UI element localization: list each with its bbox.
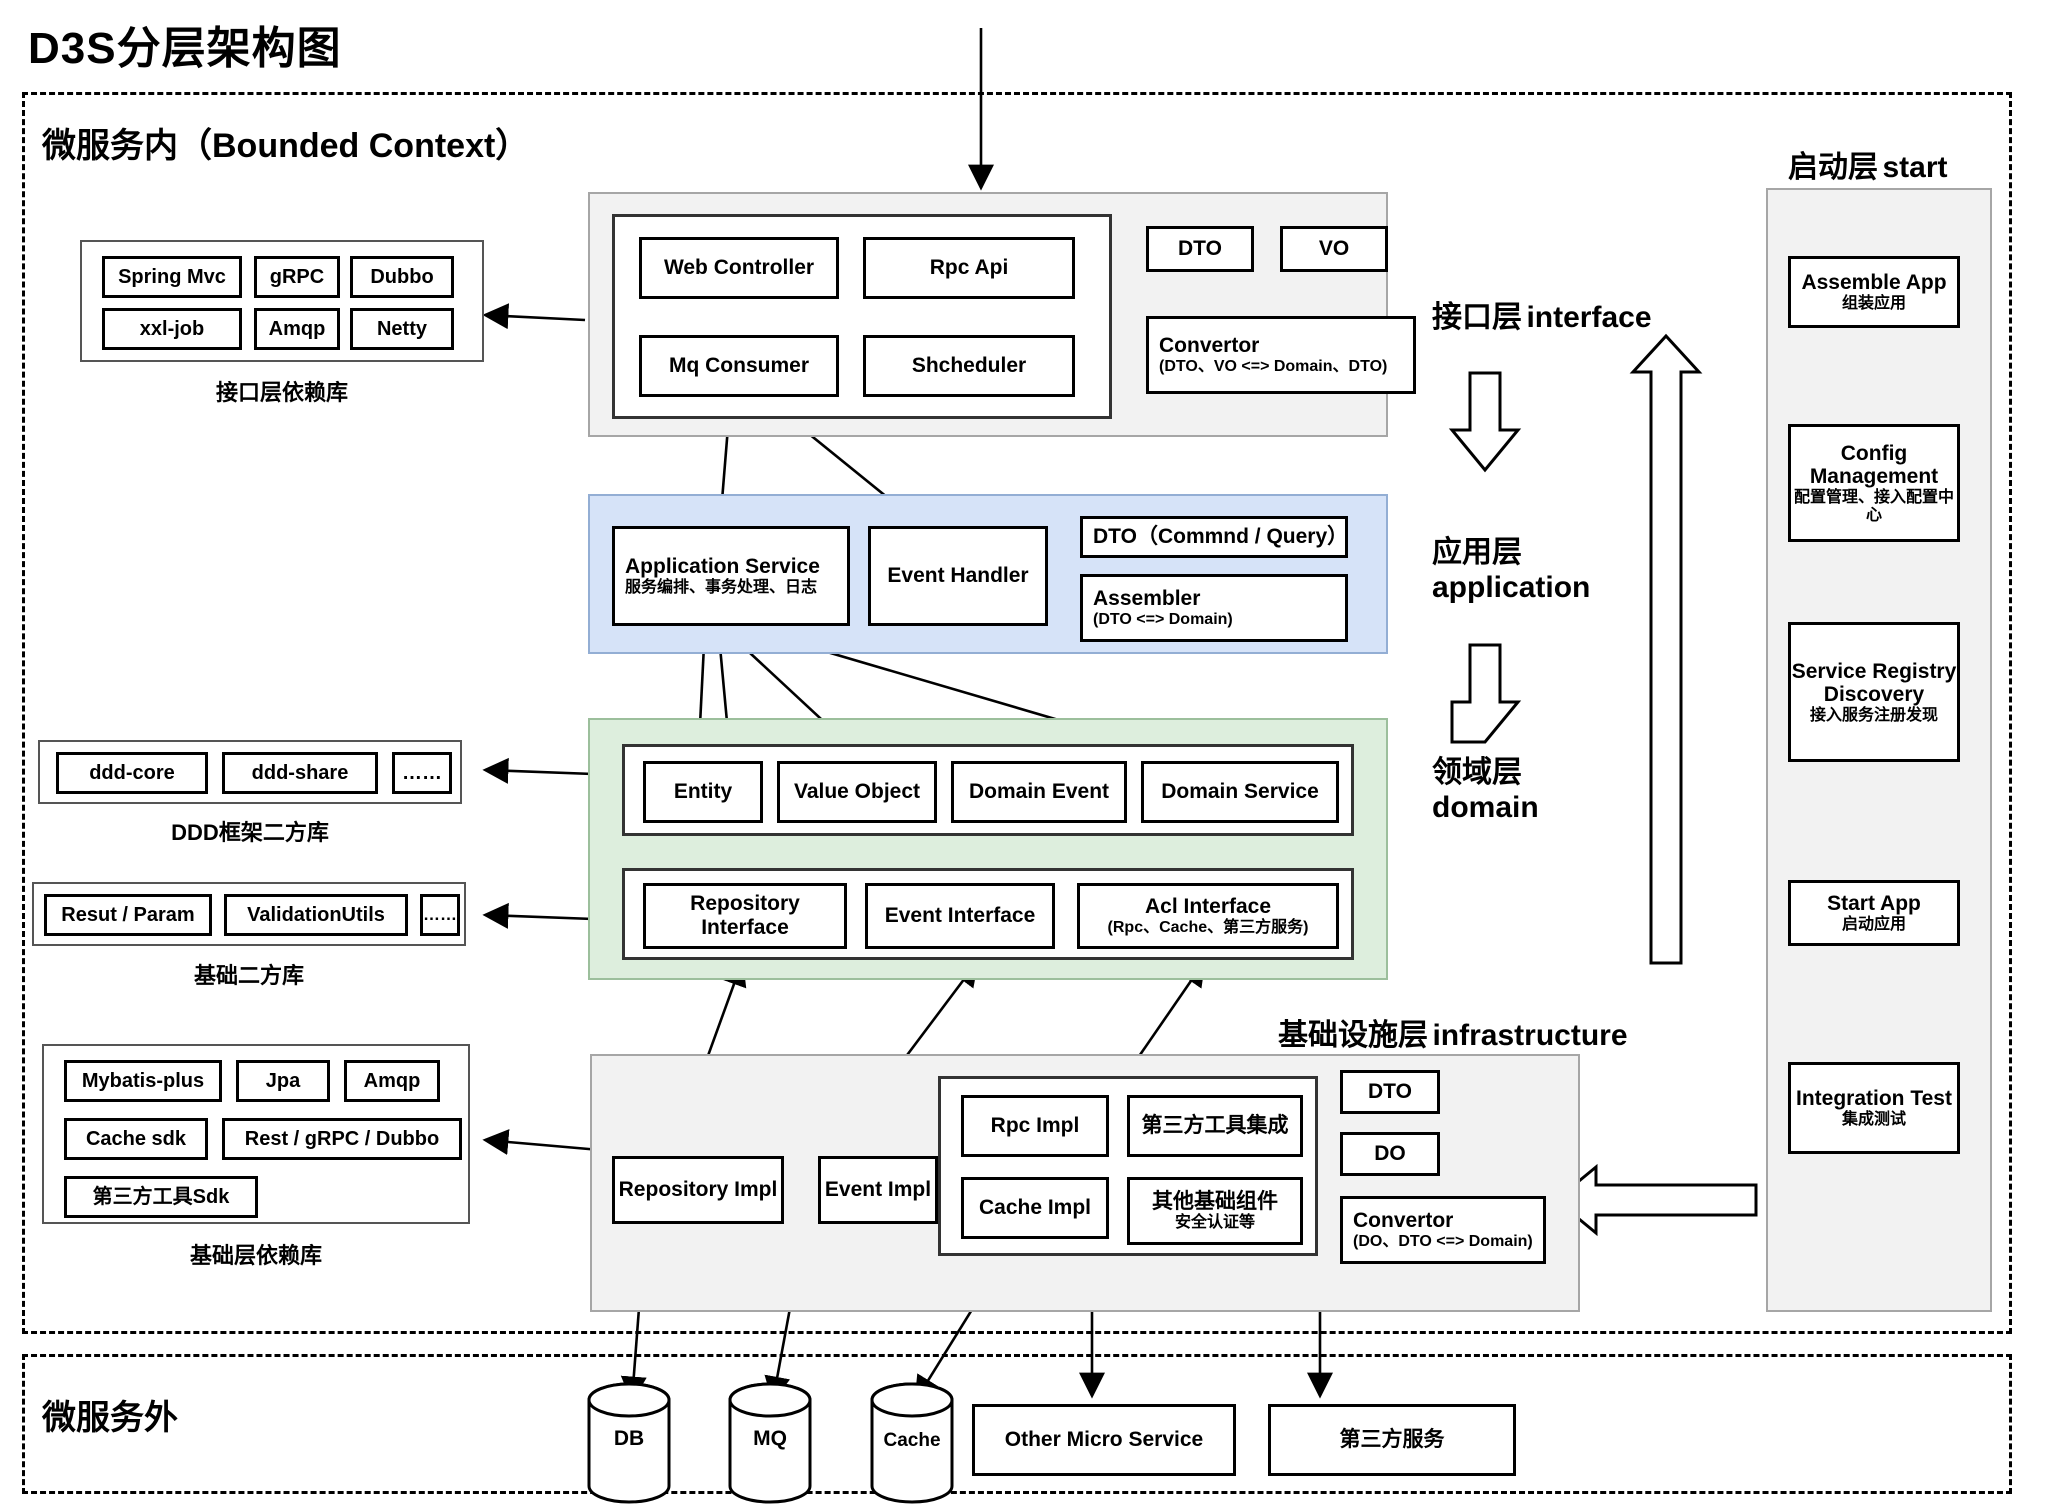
dep-netty[interactable]: Netty [350, 308, 454, 350]
dep-third-party-sdk[interactable]: 第三方工具Sdk [64, 1176, 258, 1218]
domain-layer: Entity Value Object Domain Event Domain … [588, 718, 1388, 980]
application-layer-label: 应用层 application [1432, 536, 1591, 605]
external-db-label: DB [613, 1427, 645, 1450]
value-object-box[interactable]: Value Object [777, 761, 937, 823]
infra-do-box[interactable]: DO [1340, 1132, 1440, 1176]
application-dto-box[interactable]: DTO（Commnd / Query） [1080, 516, 1348, 558]
domain-service-box[interactable]: Domain Service [1141, 761, 1339, 823]
interface-convertor-box[interactable]: Convertor (DTO、VO <=> Domain、DTO) [1146, 316, 1416, 394]
external-third-party-service[interactable]: 第三方服务 [1268, 1404, 1516, 1476]
application-service-box[interactable]: Application Service 服务编排、事务处理、日志 [612, 526, 850, 626]
interface-deps-caption: 接口层依赖库 [215, 380, 348, 405]
interface-vo-box[interactable]: VO [1280, 226, 1388, 272]
external-cache-label: Cache [883, 1430, 941, 1451]
start-layer-label: 启动层 start [1788, 151, 1948, 184]
shcheduler-box[interactable]: Shcheduler [863, 335, 1075, 397]
dep-jpa[interactable]: Jpa [236, 1060, 330, 1102]
dep-infra-amqp[interactable]: Amqp [344, 1060, 440, 1102]
dep-cache-sdk[interactable]: Cache sdk [64, 1118, 208, 1160]
interface-deps-group: Spring Mvc gRPC Dubbo xxl-job Amqp Netty [80, 240, 484, 362]
interface-layer: Web Controller Rpc Api Mq Consumer Shche… [588, 192, 1416, 437]
other-components-box[interactable]: 其他基础组件 安全认证等 [1127, 1177, 1303, 1245]
dep-validation-utils[interactable]: ValidationUtils [224, 894, 408, 936]
start-layer: Assemble App 组装应用 Config Management 配置管理… [1766, 188, 1992, 1312]
dep-ddd-share[interactable]: ddd-share [222, 752, 378, 794]
start-item-assemble-app[interactable]: Assemble App 组装应用 [1788, 256, 1960, 328]
dep-base-more[interactable]: …… [420, 894, 460, 936]
infra-impl-group: Rpc Impl Cache Impl 第三方工具集成 其他基础组件 安全认证等 [938, 1076, 1318, 1256]
repository-impl-box[interactable]: Repository Impl [612, 1156, 784, 1224]
bounded-context-title: 微服务内（Bounded Context） [42, 127, 530, 165]
dep-ddd-more[interactable]: …… [392, 752, 452, 794]
start-item-start-app[interactable]: Start App 启动应用 [1788, 880, 1960, 946]
ddd-deps-caption: DDD框架二方库 [171, 820, 329, 845]
external-other-micro-service[interactable]: Other Micro Service [972, 1404, 1236, 1476]
rpc-impl-box[interactable]: Rpc Impl [961, 1095, 1109, 1157]
dep-amqp[interactable]: Amqp [254, 308, 340, 350]
event-interface-box[interactable]: Event Interface [865, 883, 1055, 949]
interface-layer-label: 接口层 interface [1432, 301, 1652, 334]
base-deps-group: Resut / Param ValidationUtils …… [32, 882, 466, 946]
domain-model-group: Entity Value Object Domain Event Domain … [622, 744, 1354, 836]
event-impl-box[interactable]: Event Impl [818, 1156, 938, 1224]
dep-rest-grpc-dubbo[interactable]: Rest / gRPC / Dubbo [222, 1118, 462, 1160]
infra-deps-group: Mybatis-plus Jpa Amqp Cache sdk Rest / g… [42, 1044, 470, 1224]
dep-grpc[interactable]: gRPC [254, 256, 340, 298]
infrastructure-layer: Repository Impl Event Impl Rpc Impl Cach… [590, 1054, 1580, 1312]
domain-interface-group: Repository Interface Event Interface Acl… [622, 868, 1354, 960]
interface-components-group: Web Controller Rpc Api Mq Consumer Shche… [612, 214, 1112, 419]
infrastructure-layer-label: 基础设施层 infrastructure [1278, 1019, 1628, 1052]
mq-consumer-box[interactable]: Mq Consumer [639, 335, 839, 397]
outside-microservice-title: 微服务外 [42, 1399, 178, 1437]
dep-spring-mvc[interactable]: Spring Mvc [102, 256, 242, 298]
infra-convertor-box[interactable]: Convertor (DO、DTO <=> Domain) [1340, 1196, 1546, 1264]
web-controller-box[interactable]: Web Controller [639, 237, 839, 299]
interface-dto-box[interactable]: DTO [1146, 226, 1254, 272]
acl-interface-box[interactable]: Acl Interface (Rpc、Cache、第三方服务) [1077, 883, 1339, 949]
infra-dto-box[interactable]: DTO [1340, 1070, 1440, 1114]
dep-mybatis-plus[interactable]: Mybatis-plus [64, 1060, 222, 1102]
dep-ddd-core[interactable]: ddd-core [56, 752, 208, 794]
start-item-service-registry-discovery[interactable]: Service Registry Discovery 接入服务注册发现 [1788, 622, 1960, 762]
domain-event-box[interactable]: Domain Event [951, 761, 1127, 823]
dep-xxl-job[interactable]: xxl-job [102, 308, 242, 350]
assembler-box[interactable]: Assembler (DTO <=> Domain) [1080, 574, 1348, 642]
cache-impl-box[interactable]: Cache Impl [961, 1177, 1109, 1239]
base-deps-caption: 基础二方库 [193, 963, 304, 988]
external-mq-label: MQ [753, 1427, 787, 1450]
dep-result-param[interactable]: Resut / Param [44, 894, 212, 936]
application-layer: Application Service 服务编排、事务处理、日志 Event H… [588, 494, 1388, 654]
domain-layer-label: 领域层 domain [1432, 756, 1539, 825]
ddd-deps-group: ddd-core ddd-share …… [38, 740, 462, 804]
third-party-tools-box[interactable]: 第三方工具集成 [1127, 1095, 1303, 1157]
infra-deps-caption: 基础层依赖库 [189, 1243, 322, 1268]
entity-box[interactable]: Entity [643, 761, 763, 823]
event-handler-box[interactable]: Event Handler [868, 526, 1048, 626]
dep-dubbo[interactable]: Dubbo [350, 256, 454, 298]
rpc-api-box[interactable]: Rpc Api [863, 237, 1075, 299]
start-item-integration-test[interactable]: Integration Test 集成测试 [1788, 1062, 1960, 1154]
repository-interface-box[interactable]: Repository Interface [643, 883, 847, 949]
start-item-config-management[interactable]: Config Management 配置管理、接入配置中心 [1788, 424, 1960, 542]
page-title: D3S分层架构图 [28, 24, 342, 73]
